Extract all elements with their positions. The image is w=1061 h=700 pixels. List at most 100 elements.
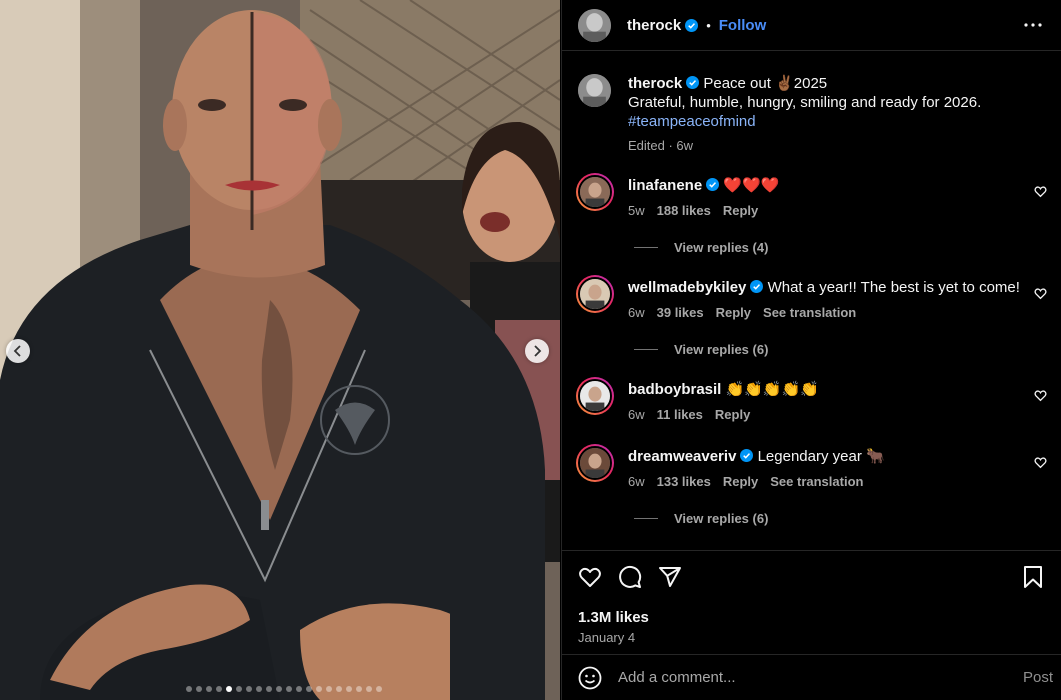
commenter-username[interactable]: badboybrasil	[628, 381, 721, 398]
heart-icon[interactable]	[1034, 389, 1047, 402]
next-slide-button[interactable]	[525, 339, 549, 363]
verified-icon	[706, 178, 720, 191]
caption-avatar[interactable]	[578, 74, 611, 107]
heart-icon[interactable]	[1034, 287, 1047, 300]
caption-line-1: Peace out ✌🏾2025	[703, 75, 828, 92]
commenter-avatar	[578, 446, 612, 480]
view-replies-button[interactable]: View replies (6)	[634, 511, 1045, 526]
post-comment-button[interactable]: Post	[1015, 669, 1053, 686]
caption-line-2: Grateful, humble, hungry, smiling and re…	[628, 94, 982, 111]
comment: dreamweaveriv Legendary year 🐂 6w 133 li…	[576, 444, 1047, 491]
verified-icon	[685, 18, 699, 32]
comment-meta: 6w 133 likes Reply See translation	[628, 472, 1045, 491]
carousel-dot	[206, 686, 212, 692]
author-username[interactable]: therock	[627, 17, 681, 34]
commenter-username[interactable]: linafanene	[628, 177, 702, 194]
story-ring[interactable]	[576, 377, 614, 415]
verified-icon	[686, 76, 700, 89]
comment: wellmadebykiley What a year!! The best i…	[576, 275, 1047, 322]
comment-text: What a year!! The best is yet to come!	[767, 279, 1020, 296]
caption-hashtag[interactable]: #teampeaceofmind	[628, 113, 756, 130]
emoji-icon[interactable]	[578, 666, 602, 690]
post-photo	[0, 0, 560, 700]
post-media[interactable]	[0, 0, 560, 700]
story-ring[interactable]	[576, 173, 614, 211]
comment-likes[interactable]: 188 likes	[657, 201, 711, 220]
carousel-dot	[196, 686, 202, 692]
reply-button[interactable]: Reply	[715, 405, 750, 424]
carousel-dot	[366, 686, 372, 692]
chevron-right-icon	[534, 345, 542, 357]
replies-line	[634, 518, 658, 519]
follow-button[interactable]: Follow	[719, 17, 767, 34]
commenter-username[interactable]: dreamweaveriv	[628, 448, 736, 465]
carousel-dot	[316, 686, 322, 692]
comment: badboybrasil 👏👏👏👏👏 6w 11 likes Reply	[576, 377, 1047, 424]
story-ring[interactable]	[576, 444, 614, 482]
see-translation-button[interactable]: See translation	[763, 303, 856, 322]
heart-icon[interactable]	[1034, 185, 1047, 198]
like-count[interactable]: 1.3M likes	[578, 609, 1045, 626]
carousel-dot	[296, 686, 302, 692]
comment-likes[interactable]: 39 likes	[657, 303, 704, 322]
heart-icon[interactable]	[578, 565, 602, 589]
verified-icon	[740, 449, 754, 462]
carousel-indicator	[0, 686, 560, 692]
carousel-dot	[346, 686, 352, 692]
carousel-dot	[326, 686, 332, 692]
replies-line	[634, 349, 658, 350]
view-replies-label: View replies (6)	[674, 511, 769, 526]
carousel-dot	[286, 686, 292, 692]
post-date: January 4	[578, 630, 636, 645]
comment-age[interactable]: 6w	[628, 472, 645, 491]
comment-item: badboybrasil 👏👏👏👏👏 6w 11 likes Reply	[576, 377, 1047, 424]
heart-icon[interactable]	[1034, 456, 1047, 469]
reply-button[interactable]: Reply	[723, 472, 758, 491]
view-replies-label: View replies (6)	[674, 342, 769, 357]
comment-input[interactable]	[618, 669, 1015, 686]
comment-age[interactable]: 6w	[628, 303, 645, 322]
carousel-dot	[226, 686, 232, 692]
carousel-dot	[216, 686, 222, 692]
carousel-dot	[186, 686, 192, 692]
caption-meta: Edited · 6w	[628, 138, 694, 153]
chevron-left-icon	[13, 345, 21, 357]
comment-composer: Post	[562, 654, 1061, 700]
verified-icon	[750, 280, 764, 293]
share-icon[interactable]	[658, 565, 682, 589]
carousel-dot	[266, 686, 272, 692]
previous-slide-button[interactable]	[6, 339, 30, 363]
reply-button[interactable]: Reply	[716, 303, 751, 322]
comment-text: 👏👏👏👏👏	[725, 381, 819, 398]
see-translation-button[interactable]: See translation	[770, 472, 863, 491]
comment-text: ❤️❤️❤️	[723, 177, 780, 194]
caption-username[interactable]: therock	[628, 75, 682, 92]
carousel-dot	[376, 686, 382, 692]
commenter-avatar	[578, 277, 612, 311]
comment-likes[interactable]: 11 likes	[657, 405, 703, 424]
commenter-username[interactable]: wellmadebykiley	[628, 279, 746, 296]
author-avatar[interactable]	[578, 8, 611, 42]
post-side-panel: therock • Follow therock Peace out ✌🏾202…	[561, 0, 1061, 700]
carousel-dot	[246, 686, 252, 692]
replies-line	[634, 247, 658, 248]
comment-text: Legendary year 🐂	[757, 448, 885, 465]
story-ring[interactable]	[576, 275, 614, 313]
more-options-button[interactable]	[1021, 13, 1045, 37]
post-caption: therock Peace out ✌🏾2025 Grateful, humbl…	[578, 52, 1045, 153]
carousel-dot	[236, 686, 242, 692]
carousel-dot	[336, 686, 342, 692]
comment-age[interactable]: 6w	[628, 405, 645, 424]
comment-icon[interactable]	[618, 565, 642, 589]
comment-age[interactable]: 5w	[628, 201, 645, 220]
comment-item: dreamweaveriv Legendary year 🐂 6w 133 li…	[576, 444, 1047, 526]
view-replies-button[interactable]: View replies (4)	[634, 240, 1045, 255]
comment-likes[interactable]: 133 likes	[657, 472, 711, 491]
bookmark-icon[interactable]	[1021, 565, 1045, 589]
comment-meta: 6w 39 likes Reply See translation	[628, 303, 1045, 322]
comment-item: wellmadebykiley What a year!! The best i…	[576, 275, 1047, 357]
reply-button[interactable]: Reply	[723, 201, 758, 220]
post-header: therock • Follow	[562, 0, 1061, 51]
comments-list[interactable]: therock Peace out ✌🏾2025 Grateful, humbl…	[562, 52, 1061, 549]
view-replies-button[interactable]: View replies (6)	[634, 342, 1045, 357]
